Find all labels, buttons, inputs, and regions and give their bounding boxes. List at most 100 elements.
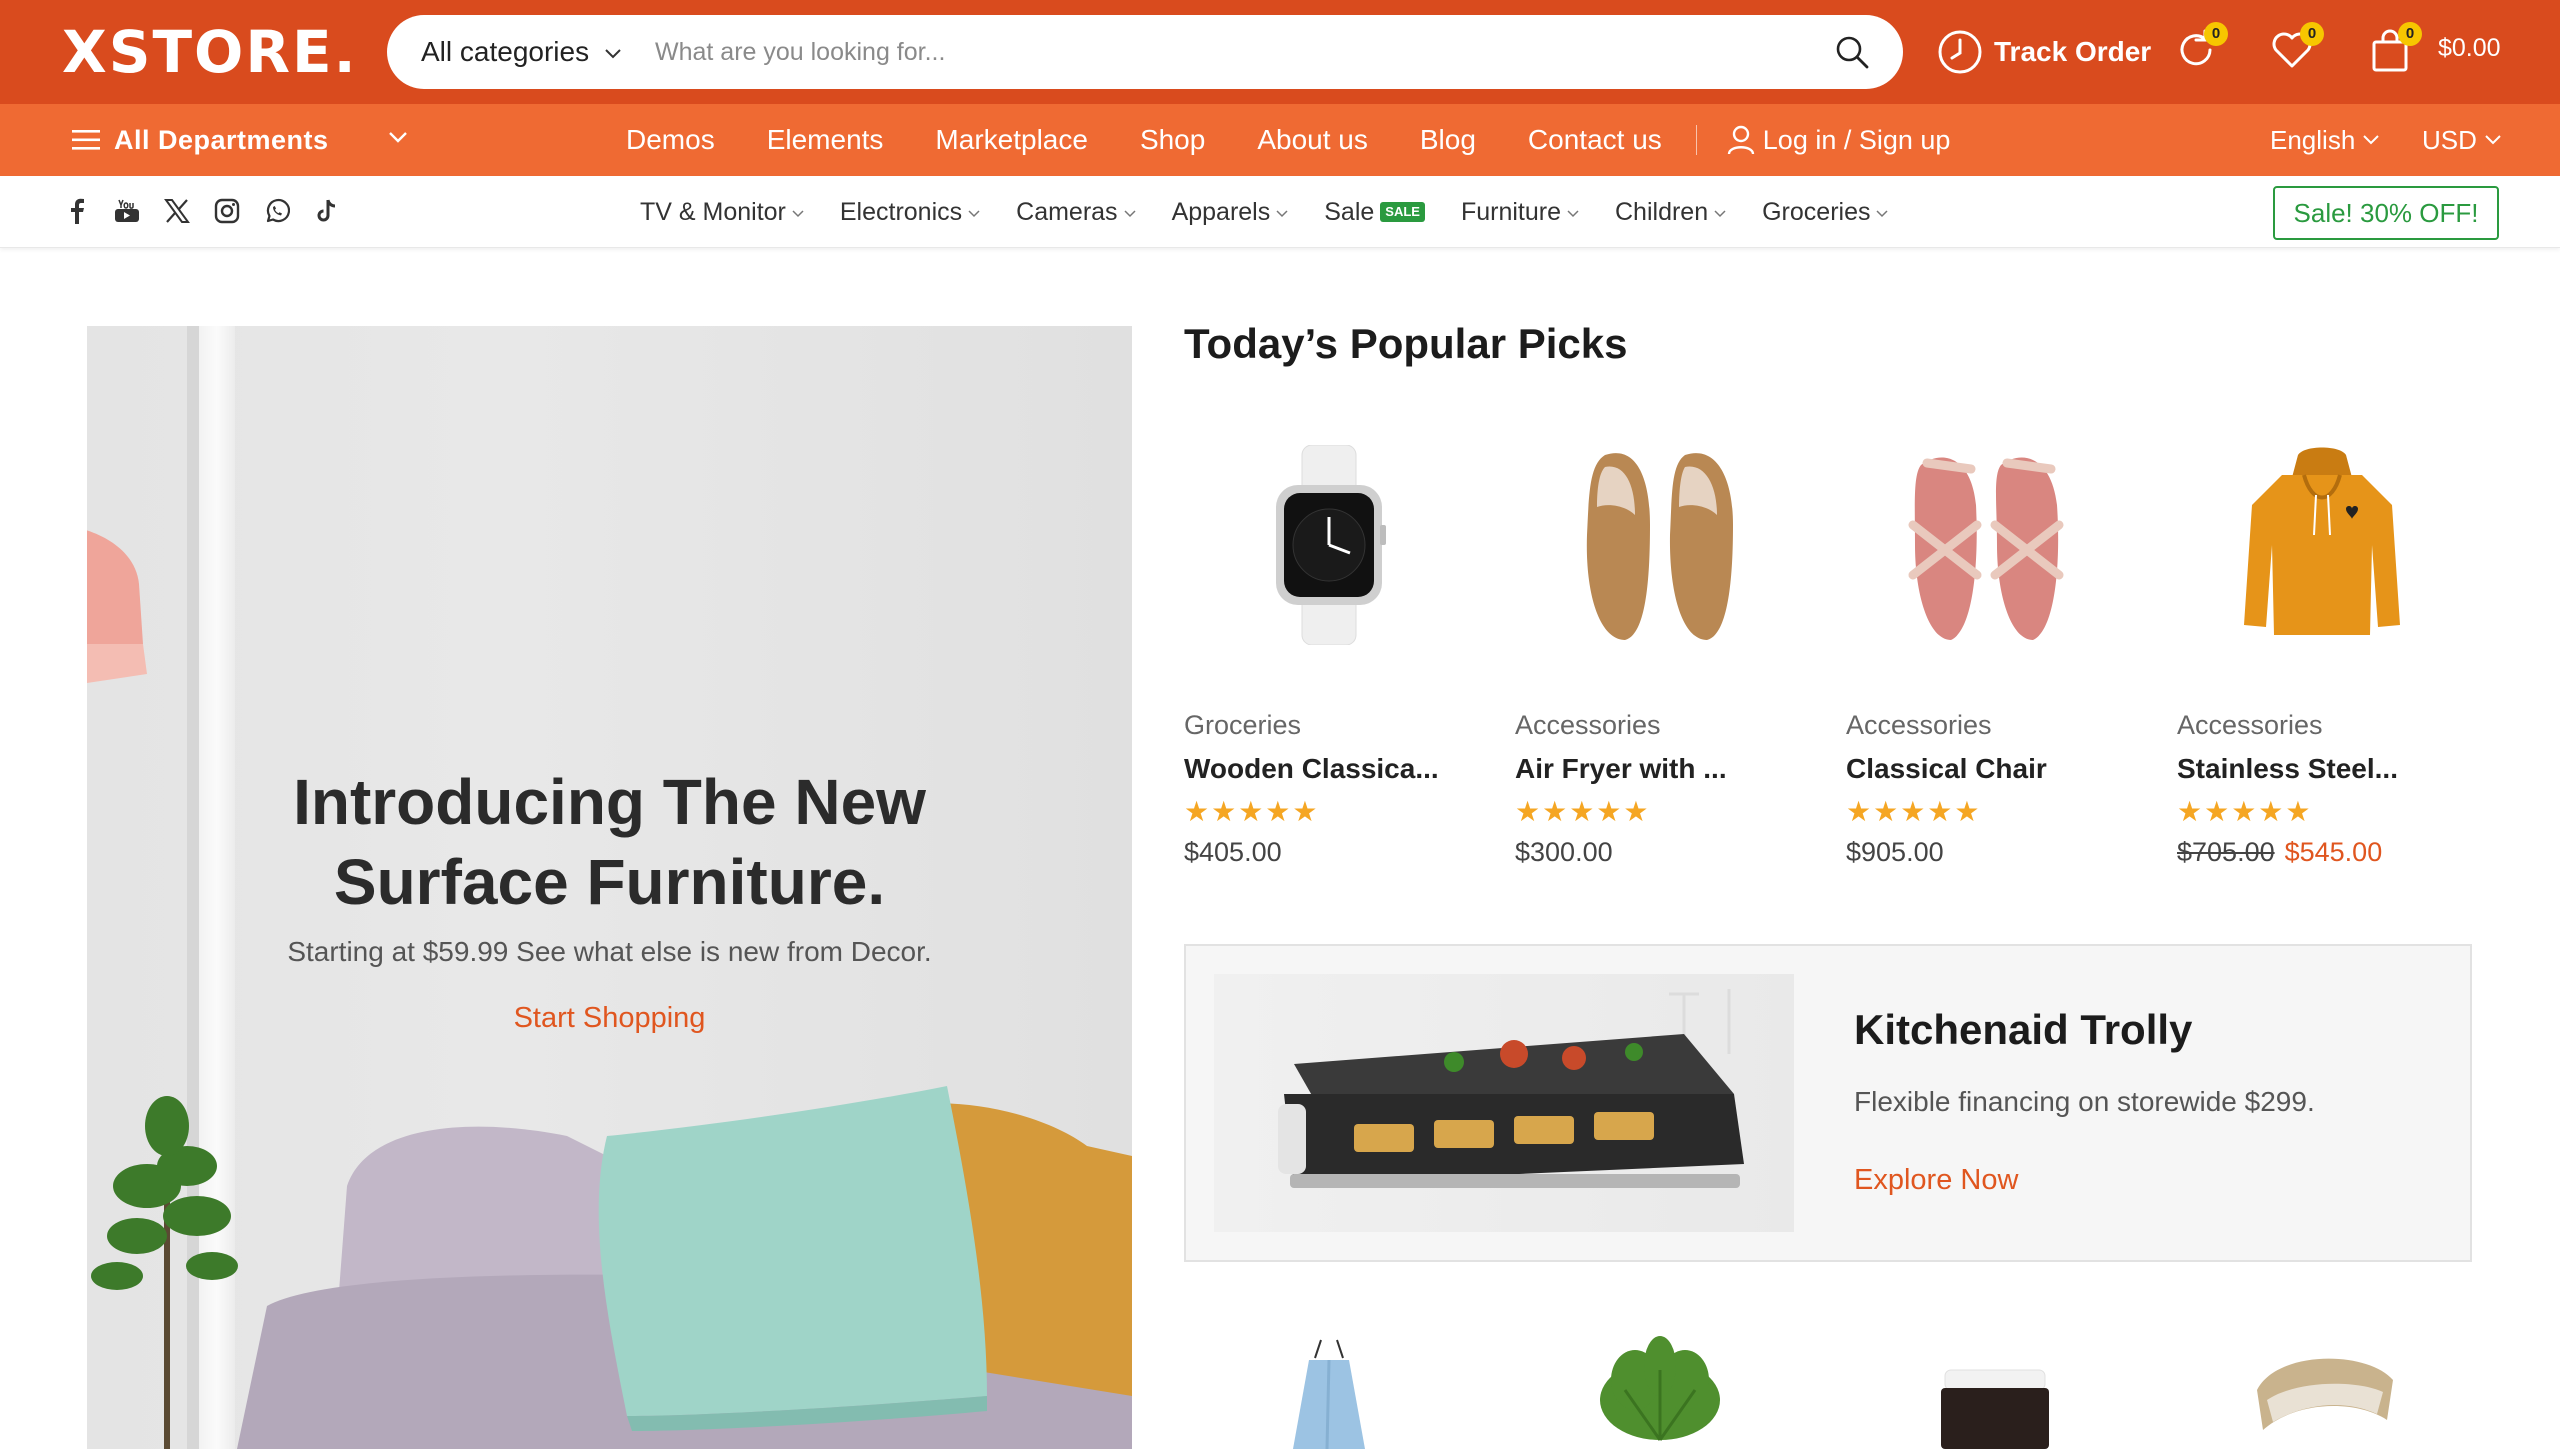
category-children[interactable]: Children bbox=[1615, 198, 1726, 227]
hero-banner: Introducing The New Surface Furniture. S… bbox=[87, 326, 1132, 1449]
loafers-image bbox=[1586, 453, 1733, 640]
product-name[interactable]: Stainless Steel... bbox=[2177, 753, 2467, 785]
dress-image bbox=[1293, 1339, 1365, 1449]
product-image[interactable] bbox=[1515, 410, 1805, 680]
category-furniture[interactable]: Furniture bbox=[1461, 198, 1579, 227]
product-image[interactable] bbox=[1184, 1330, 1474, 1449]
wishlist-button[interactable]: 0 bbox=[2268, 22, 2324, 78]
old-price: $705.00 bbox=[2177, 837, 2275, 867]
menu-item-marketplace[interactable]: Marketplace bbox=[935, 124, 1088, 156]
category-apparels[interactable]: Apparels bbox=[1172, 198, 1289, 227]
chevron-down-icon bbox=[1276, 210, 1288, 218]
category-label: Cameras bbox=[1016, 197, 1118, 226]
facebook-icon[interactable] bbox=[60, 194, 94, 228]
menu-divider bbox=[1695, 125, 1697, 155]
menu-item-shop[interactable]: Shop bbox=[1140, 124, 1205, 156]
sale-badge: SALE bbox=[1380, 202, 1425, 222]
cart-count-badge: 0 bbox=[2398, 22, 2422, 46]
category-tv-monitor[interactable]: TV & Monitor bbox=[640, 198, 804, 227]
product-card[interactable]: Accessories Air Fryer with ... ★★★★★ $30… bbox=[1515, 410, 1805, 868]
chevron-down-icon bbox=[1714, 210, 1726, 218]
category-cameras[interactable]: Cameras bbox=[1016, 197, 1136, 227]
whatsapp-icon[interactable] bbox=[260, 194, 294, 228]
sale-price: $545.00 bbox=[2284, 837, 2383, 867]
instagram-icon[interactable] bbox=[210, 194, 244, 228]
category-menu: TV & Monitor Electronics Cameras Apparel… bbox=[640, 176, 1924, 248]
hamburger-icon bbox=[72, 130, 100, 150]
category-select[interactable]: All categories bbox=[421, 15, 621, 89]
product-name[interactable]: Wooden Classica... bbox=[1184, 753, 1474, 785]
track-order-label: Track Order bbox=[1994, 36, 2152, 67]
pendant-lamp-image bbox=[87, 530, 147, 683]
store-logo[interactable]: XSTORE. bbox=[62, 20, 358, 84]
product-image[interactable] bbox=[1184, 410, 1474, 680]
product-category[interactable]: Accessories bbox=[1846, 710, 2136, 741]
wishlist-count-badge: 0 bbox=[2300, 22, 2324, 46]
product-name[interactable]: Classical Chair bbox=[1846, 753, 2136, 785]
product-category[interactable]: Accessories bbox=[2177, 710, 2467, 741]
login-signup-link[interactable]: Log in / Sign up bbox=[1727, 125, 1950, 156]
cart-button[interactable]: 0 bbox=[2366, 22, 2422, 78]
tiktok-icon[interactable] bbox=[310, 194, 344, 228]
menu-item-contact-us[interactable]: Contact us bbox=[1528, 124, 1662, 156]
sofa-cushion-image bbox=[91, 1086, 1132, 1449]
currency-select[interactable]: USD bbox=[2422, 104, 2501, 176]
social-links bbox=[60, 194, 360, 228]
user-icon bbox=[1727, 125, 1754, 155]
hero-subtitle: Starting at $59.99 See what else is new … bbox=[287, 936, 932, 967]
all-departments-button[interactable]: All Departments bbox=[72, 104, 329, 176]
product-name[interactable]: Air Fryer with ... bbox=[1515, 753, 1805, 785]
product-image[interactable] bbox=[2177, 410, 2467, 680]
product-price: $705.00 $545.00 bbox=[2177, 837, 2467, 868]
chevron-down-icon bbox=[792, 210, 804, 218]
search-input[interactable] bbox=[655, 29, 1775, 75]
category-select-label: All categories bbox=[421, 36, 590, 67]
top-header: XSTORE. All categories Track Order 0 0 0… bbox=[0, 0, 2560, 104]
product-card[interactable]: Groceries Wooden Classica... ★★★★★ $405.… bbox=[1184, 410, 1474, 868]
product-rating: ★★★★★ bbox=[1846, 796, 1982, 827]
product-image[interactable] bbox=[1846, 1330, 2136, 1449]
menu-item-about-us[interactable]: About us bbox=[1257, 124, 1368, 156]
search-bar: All categories bbox=[387, 15, 1903, 89]
product-category[interactable]: Groceries bbox=[1184, 710, 1474, 741]
menu-item-demos[interactable]: Demos bbox=[626, 124, 715, 156]
chevron-down-icon bbox=[1124, 210, 1136, 218]
sale-promo-button[interactable]: Sale! 30% OFF! bbox=[2273, 186, 2499, 240]
compare-button[interactable]: 0 bbox=[2172, 22, 2228, 78]
product-card[interactable]: Accessories Stainless Steel... ★★★★★ $70… bbox=[2177, 410, 2467, 868]
menu-item-elements[interactable]: Elements bbox=[767, 124, 884, 156]
product-image[interactable] bbox=[2177, 1330, 2467, 1449]
start-shopping-link[interactable]: Start Shopping bbox=[87, 1002, 1132, 1035]
category-electronics[interactable]: Electronics bbox=[840, 198, 980, 227]
category-label: Groceries bbox=[1762, 197, 1871, 226]
x-icon[interactable] bbox=[160, 194, 194, 228]
product-image[interactable] bbox=[1515, 1330, 1805, 1449]
promo-banner-title: Kitchenaid Trolly bbox=[1854, 1006, 2193, 1053]
track-order-link[interactable]: Track Order bbox=[1936, 26, 2151, 78]
hoodie-image bbox=[2244, 447, 2400, 635]
hero-title-line2: Surface Furniture. bbox=[333, 846, 886, 918]
youtube-icon[interactable] bbox=[110, 194, 144, 228]
product-image[interactable] bbox=[1846, 410, 2136, 680]
chevron-down-icon[interactable] bbox=[388, 130, 408, 144]
category-label: Sale bbox=[1324, 197, 1375, 226]
category-sale[interactable]: Sale SALE bbox=[1324, 198, 1425, 227]
all-departments-label: All Departments bbox=[114, 124, 329, 155]
menu-item-blog[interactable]: Blog bbox=[1420, 124, 1476, 156]
kettle-image bbox=[1941, 1369, 2049, 1449]
explore-now-link[interactable]: Explore Now bbox=[1854, 1164, 2018, 1197]
clock-icon bbox=[1938, 30, 1982, 74]
plant-image bbox=[1600, 1336, 1720, 1441]
chevron-down-icon bbox=[1567, 210, 1579, 218]
search-icon[interactable] bbox=[1835, 35, 1869, 69]
category-groceries[interactable]: Groceries bbox=[1762, 197, 1889, 227]
product-category[interactable]: Accessories bbox=[1515, 710, 1805, 741]
price-value: $405.00 bbox=[1184, 837, 1282, 867]
promo-banner-image bbox=[1214, 974, 1794, 1232]
chevron-down-icon bbox=[2485, 135, 2501, 145]
category-label: Electronics bbox=[839, 197, 963, 226]
product-card[interactable]: Accessories Classical Chair ★★★★★ $905.0… bbox=[1846, 410, 2136, 868]
hero-title-line1: Introducing The New bbox=[293, 766, 926, 838]
cart-total[interactable]: $0.00 bbox=[2438, 34, 2501, 63]
language-select[interactable]: English bbox=[2270, 104, 2379, 176]
